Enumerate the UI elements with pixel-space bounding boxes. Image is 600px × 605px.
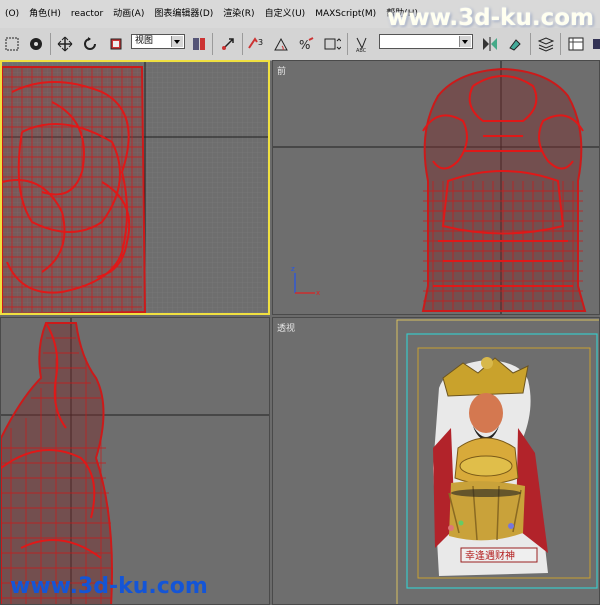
viewport-perspective-canvas: 幸逢遇财神 bbox=[396, 319, 599, 604]
select-region-icon[interactable] bbox=[2, 34, 22, 54]
angle-snap-icon[interactable] bbox=[272, 34, 292, 54]
menu-item-graph-editors[interactable]: 图表编辑器(D) bbox=[149, 0, 218, 28]
viewport-front-label[interactable]: 前 bbox=[277, 64, 286, 77]
viewport-front[interactable]: z x 前 bbox=[272, 60, 600, 315]
window-crossing-icon[interactable] bbox=[26, 34, 46, 54]
svg-text:z: z bbox=[291, 265, 295, 273]
snap-toggle-icon[interactable]: 3 bbox=[247, 34, 267, 54]
percent-snap-icon[interactable]: % bbox=[297, 34, 317, 54]
toolbar-divider bbox=[50, 33, 51, 55]
named-selection-dropdown[interactable] bbox=[379, 34, 473, 49]
axis-gizmo: z x bbox=[291, 265, 320, 297]
select-manipulate-icon[interactable] bbox=[218, 34, 238, 54]
schematic-view-icon[interactable] bbox=[588, 34, 600, 54]
viewport-bottom-left-canvas bbox=[1, 318, 269, 604]
curve-editor-icon[interactable] bbox=[566, 34, 586, 54]
menu-item-rendering[interactable]: 渲染(R) bbox=[218, 0, 259, 28]
pivot-center-icon[interactable] bbox=[189, 34, 209, 54]
viewport-perspective-label[interactable]: 透视 bbox=[277, 321, 295, 334]
viewport-front-canvas: z x bbox=[273, 61, 599, 314]
wireframe-mesh bbox=[1, 322, 113, 604]
toolbar-divider bbox=[530, 33, 531, 55]
watermark-bottom: www.3d-ku.com bbox=[10, 574, 208, 599]
viewport-bottom-left[interactable] bbox=[0, 317, 270, 605]
menu-item-reactor[interactable]: reactor bbox=[66, 0, 108, 28]
scale-icon[interactable] bbox=[106, 34, 126, 54]
wireframe-mesh bbox=[2, 66, 147, 313]
svg-text:ABC: ABC bbox=[356, 48, 367, 53]
viewport-top-left-canvas bbox=[2, 62, 268, 313]
toolbar-divider bbox=[347, 33, 348, 55]
svg-text:3: 3 bbox=[258, 38, 263, 47]
layer-manager-icon[interactable] bbox=[536, 34, 556, 54]
move-icon[interactable] bbox=[55, 34, 75, 54]
toolbar-divider bbox=[560, 33, 561, 55]
main-toolbar: 视图 3 % ABC bbox=[0, 28, 600, 61]
viewport-top-left[interactable] bbox=[0, 60, 270, 315]
toolbar-divider bbox=[212, 33, 213, 55]
spinner-snap-icon[interactable] bbox=[322, 34, 342, 54]
align-icon[interactable] bbox=[505, 34, 525, 54]
chevron-down-icon bbox=[171, 36, 183, 47]
svg-text:%: % bbox=[299, 38, 310, 52]
menu-item-animation[interactable]: 动画(A) bbox=[108, 0, 149, 28]
menu-item-character[interactable]: 角色(H) bbox=[24, 0, 66, 28]
viewport-perspective[interactable]: 幸逢遇财神 透视 bbox=[272, 317, 600, 605]
svg-text:x: x bbox=[316, 289, 320, 297]
toolbar-divider bbox=[242, 33, 243, 55]
statue-plaque-text: 幸逢遇财神 bbox=[465, 549, 515, 562]
reference-coordinate-dropdown[interactable]: 视图 bbox=[131, 34, 185, 49]
mirror-icon[interactable] bbox=[480, 34, 500, 54]
chevron-down-icon bbox=[459, 36, 471, 47]
menu-item-customize[interactable]: 自定义(U) bbox=[260, 0, 311, 28]
rotate-icon[interactable] bbox=[80, 34, 100, 54]
wireframe-mesh bbox=[421, 67, 587, 312]
edit-named-selection-icon[interactable]: ABC bbox=[353, 34, 373, 54]
reference-coordinate-value: 视图 bbox=[135, 36, 154, 46]
menu-item-o[interactable]: (O) bbox=[0, 0, 24, 28]
menu-item-maxscript[interactable]: MAXScript(M) bbox=[310, 0, 381, 28]
rendered-statue: 幸逢遇财神 bbox=[433, 357, 548, 576]
